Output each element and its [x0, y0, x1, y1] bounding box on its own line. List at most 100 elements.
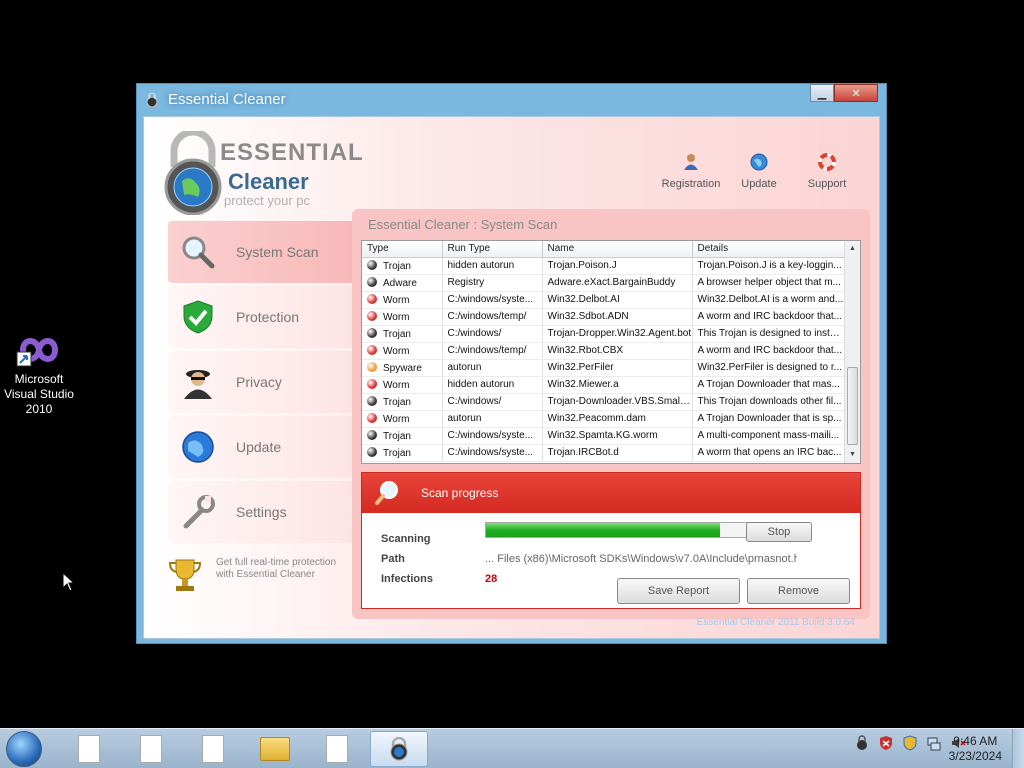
- nav-item-privacy[interactable]: Privacy: [168, 351, 354, 413]
- app-lock-icon: [390, 737, 408, 761]
- path-label: Path: [381, 553, 405, 565]
- cell-type: Trojan: [362, 325, 443, 343]
- scroll-down-arrow[interactable]: ▼: [845, 447, 860, 463]
- document-icon: [202, 735, 224, 763]
- cell-name: Win32.Sdbot.ADN: [542, 308, 693, 326]
- spy-icon: [184, 370, 212, 399]
- close-button[interactable]: ✕: [834, 84, 878, 102]
- table-row[interactable]: Worm C:/windows/temp/Win32.Sdbot.ADN A wor…: [362, 308, 845, 326]
- taskbar-item-document-2[interactable]: [122, 731, 180, 767]
- threat-type: Worm: [383, 345, 410, 357]
- threat-type: Worm: [383, 413, 410, 425]
- cell-details: A multi-component mass-maili...: [692, 427, 845, 445]
- update-link[interactable]: Update: [725, 153, 793, 190]
- cell-type: Worm: [362, 376, 443, 394]
- stop-button[interactable]: Stop: [746, 522, 812, 542]
- table-row[interactable]: Trojan C:/windows/Trojan-Downloader.VBS.S…: [362, 393, 845, 411]
- taskbar-item-document-4[interactable]: [308, 731, 366, 767]
- column-header-name[interactable]: Name: [542, 241, 693, 258]
- path-value: ... Files (x86)\Microsoft SDKs\Windows\v…: [485, 553, 797, 565]
- threat-status-icon: [367, 310, 377, 321]
- taskbar: 9:46 AM 3/23/2024: [0, 728, 1024, 768]
- support-link[interactable]: Support: [793, 153, 861, 190]
- cell-name: Trojan-Downloader.VBS.Small.dc: [542, 393, 693, 411]
- cell-run-type: C:/windows/temp/: [442, 342, 543, 360]
- cell-run-type: C:/windows/: [442, 393, 543, 411]
- column-header-details[interactable]: Details: [692, 241, 845, 258]
- scanning-label: Scanning: [381, 533, 431, 545]
- cell-name: Win32.Delbot.AI: [542, 291, 693, 309]
- scroll-thumb[interactable]: [847, 367, 858, 445]
- minimize-button[interactable]: ▁: [810, 84, 834, 102]
- save-report-button[interactable]: Save Report: [617, 578, 740, 604]
- table-row[interactable]: Trojan hidden autorun Trojan.Poison.J Troja…: [362, 257, 845, 275]
- scan-progress-title: Scan progress: [421, 486, 499, 500]
- tray-network-icon[interactable]: [926, 735, 942, 751]
- update-label: Update: [741, 178, 777, 190]
- cell-name: Win32.Peacomm.dam: [542, 410, 693, 428]
- taskbar-item-explorer[interactable]: [246, 731, 304, 767]
- nav-label-settings: Settings: [236, 504, 287, 520]
- nav-label-privacy: Privacy: [236, 374, 282, 390]
- nav-item-protection[interactable]: Protection: [168, 286, 354, 348]
- cell-run-type: C:/windows/syste...: [442, 291, 543, 309]
- column-header-type[interactable]: Type: [362, 241, 443, 258]
- remove-button[interactable]: Remove: [747, 578, 850, 604]
- registration-link[interactable]: Registration: [657, 153, 725, 190]
- nav-item-settings[interactable]: Settings: [168, 481, 354, 543]
- tray-security-shield-icon[interactable]: [878, 735, 894, 751]
- nav-label-update: Update: [236, 439, 282, 455]
- table-row[interactable]: Trojan C:/windows/syste... Win32.Spamta.KG…: [362, 427, 845, 445]
- promo-block[interactable]: Get full real-time protection with Essen…: [168, 557, 348, 593]
- table-row[interactable]: Trojan C:/windows/syste... Trojan.IRCBot.d…: [362, 444, 845, 462]
- cell-details: This Trojan downloads other fil...: [692, 393, 845, 411]
- cell-type: Spyware: [362, 359, 443, 377]
- cell-run-type: Registry: [442, 274, 543, 292]
- scroll-up-arrow[interactable]: ▲: [845, 241, 860, 257]
- cell-name: Win32.Miewer.a: [542, 376, 693, 394]
- table-row[interactable]: Worm hidden autorun Win32.Miewer.a A Trojan…: [362, 376, 845, 394]
- threats-table: Type Run Type Name Details Trojan hidden …: [361, 240, 861, 464]
- threat-status-icon: [367, 259, 377, 270]
- desktop-icon-visual-studio[interactable]: Microsoft Visual Studio 2010: [0, 332, 78, 417]
- tray-action-center-icon[interactable]: [902, 735, 918, 751]
- clock-time: 9:46 AM: [953, 734, 998, 748]
- desktop-icon-label-2: Visual Studio: [4, 387, 74, 401]
- threat-type: Worm: [383, 379, 410, 391]
- window-title: Essential Cleaner: [168, 91, 286, 108]
- cell-name: Win32.Rbot.CBX: [542, 342, 693, 360]
- table-row[interactable]: Worm C:/windows/syste... Win32.Delbot.AI Wi…: [362, 291, 845, 309]
- cell-details: Trojan.Poison.J is a key-loggin...: [692, 257, 845, 275]
- threat-status-icon: [367, 446, 377, 457]
- taskbar-clock[interactable]: 9:46 AM 3/23/2024: [949, 734, 1002, 764]
- tray-lock-icon[interactable]: [854, 735, 870, 751]
- nav-item-update[interactable]: Update: [168, 416, 354, 478]
- logo-text-essential: ESSENTIAL: [220, 139, 364, 166]
- column-header-run-type[interactable]: Run Type: [442, 241, 543, 258]
- start-button[interactable]: [6, 731, 42, 767]
- table-row[interactable]: Trojan C:/windows/Trojan-Dropper.Win32.Ag…: [362, 325, 845, 343]
- desktop-icon-label-3: 2010: [25, 402, 53, 416]
- table-row[interactable]: Worm C:/windows/temp/Win32.Rbot.CBX A worm…: [362, 342, 845, 360]
- cell-details: Win32.PerFiler is designed to r...: [692, 359, 845, 377]
- cell-details: A worm that opens an IRC bac...: [692, 444, 845, 462]
- nav-label-system-scan: System Scan: [236, 244, 319, 260]
- table-row[interactable]: Worm autorun Win32.Peacomm.dam A Trojan Dow…: [362, 410, 845, 428]
- table-row[interactable]: Spyware autorun Win32.PerFiler Win32.PerFil…: [362, 359, 845, 377]
- nav-item-system-scan[interactable]: System Scan: [168, 221, 354, 283]
- trophy-icon: [168, 559, 202, 591]
- table-row[interactable]: Adware Registry Adware.eXact.BargainBuddy A…: [362, 274, 845, 292]
- cell-details: A worm and IRC backdoor that...: [692, 308, 845, 326]
- cell-run-type: hidden autorun: [442, 376, 543, 394]
- magnifier-icon: [375, 481, 398, 505]
- table-scrollbar[interactable]: ▲ ▼: [844, 241, 860, 463]
- document-icon: [326, 735, 348, 763]
- show-desktop-button[interactable]: [1012, 729, 1024, 768]
- app-lock-icon: [146, 93, 158, 107]
- window-titlebar[interactable]: Essential Cleaner ▁ ✕: [137, 84, 886, 116]
- taskbar-item-document-1[interactable]: [60, 731, 118, 767]
- taskbar-item-document-3[interactable]: [184, 731, 242, 767]
- threat-status-icon: [367, 395, 377, 406]
- taskbar-item-essential-cleaner[interactable]: [370, 731, 428, 767]
- promo-text: Get full real-time protection with Essen…: [216, 557, 337, 580]
